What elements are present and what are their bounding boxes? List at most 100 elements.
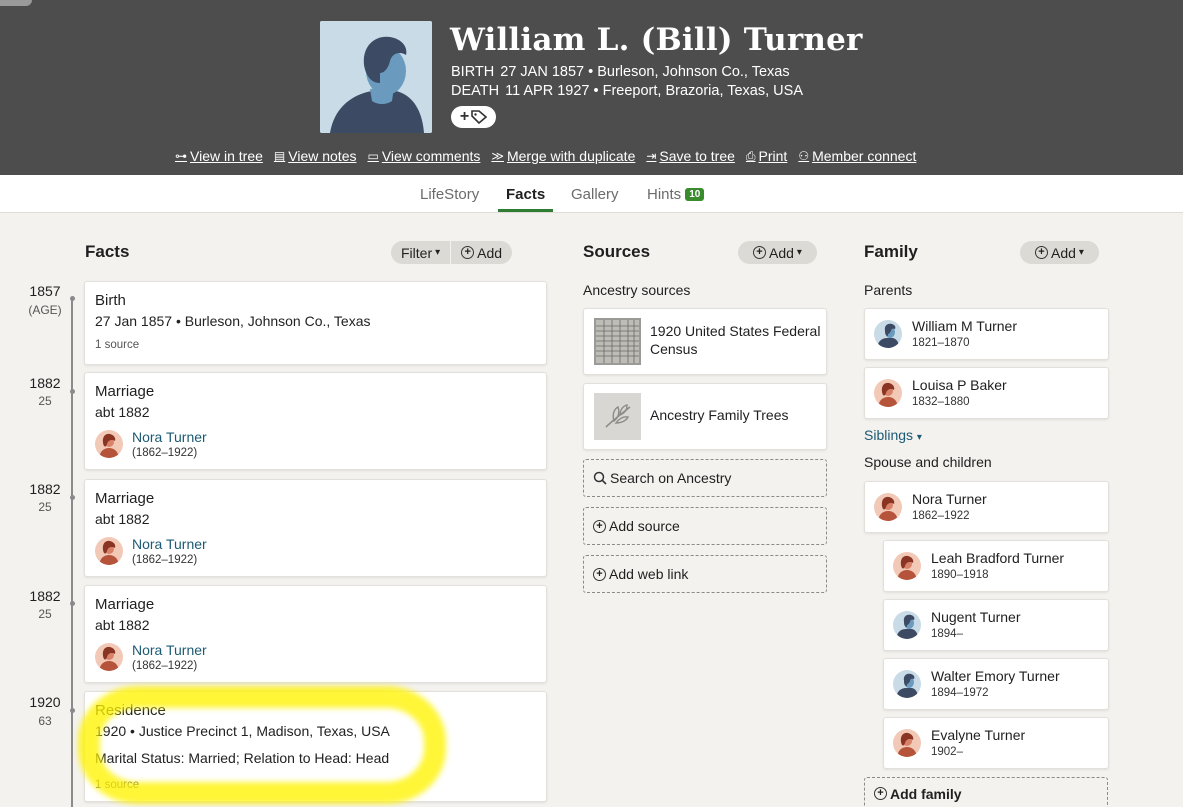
female-avatar-icon [893, 551, 921, 580]
add-fact-button[interactable]: + Add [451, 241, 512, 264]
view-in-tree-link[interactable]: ⊶ View in tree [175, 148, 263, 164]
family-member-name: William M Turner [912, 318, 1018, 334]
timeline-line [71, 298, 73, 807]
family-card-mother[interactable]: Louisa P Baker 1832–1880 [864, 367, 1109, 419]
tab-gallery[interactable]: Gallery [571, 186, 619, 203]
plus-circle-icon: + [1035, 246, 1048, 259]
fact-description: Marital Status: Married; Relation to Hea… [95, 750, 390, 766]
fact-title: Marriage [95, 383, 155, 400]
fact-title: Marriage [95, 490, 155, 507]
members-icon: ⚇ [798, 149, 810, 163]
timeline-dot [70, 708, 75, 713]
print-icon: ⎙ [745, 148, 756, 163]
fact-date-place: 27 Jan 1857 • Burleson, Johnson Co., Tex… [95, 313, 371, 329]
corner-tab[interactable] [0, 0, 32, 6]
plus-circle-icon: + [593, 567, 606, 581]
ancestry-sources-label: Ancestry sources [583, 282, 691, 298]
active-tab-indicator [498, 209, 553, 212]
comments-icon: ▭ [367, 149, 379, 163]
print-link[interactable]: ⎙ Print [746, 148, 787, 164]
add-family-menu-button[interactable]: + Add ▾ [1020, 241, 1099, 264]
fact-card-marriage[interactable]: Marriage abt 1882 Nora Turner (1862–1922… [84, 479, 547, 577]
chevron-down-icon: ▾ [796, 247, 802, 258]
fact-card-residence[interactable]: Residence 1920 • Justice Precinct 1, Mad… [84, 691, 547, 802]
spouse-link[interactable]: Nora Turner (1862–1922) [95, 642, 207, 672]
family-controls: + Add ▾ [1020, 241, 1099, 264]
spouse-name[interactable]: Nora Turner [132, 429, 207, 445]
add-source-button[interactable]: + Add source [583, 507, 827, 545]
add-source-menu-button[interactable]: + Add ▾ [738, 241, 817, 264]
add-family-button[interactable]: + Add family [864, 777, 1108, 807]
timeline-age: (AGE) [28, 303, 62, 317]
family-card-father[interactable]: William M Turner 1821–1870 [864, 308, 1109, 360]
family-card-child[interactable]: Leah Bradford Turner 1890–1918 [883, 540, 1109, 592]
fact-card-birth[interactable]: Birth 27 Jan 1857 • Burleson, Johnson Co… [84, 281, 547, 365]
save-icon: ⇥ [646, 149, 657, 163]
profile-tab-bar: LifeStory Facts Gallery Hints 10 [0, 175, 1183, 213]
tag-icon [471, 110, 488, 124]
fact-title: Residence [95, 702, 166, 719]
family-card-child[interactable]: Evalyne Turner 1902– [883, 717, 1109, 769]
timeline-age: 63 [38, 714, 52, 728]
death-label: DEATH [451, 83, 500, 99]
parents-label: Parents [864, 282, 913, 298]
fact-source-count[interactable]: 1 source [95, 339, 139, 351]
sources-controls: + Add ▾ [738, 241, 817, 264]
profile-photo-placeholder[interactable] [320, 21, 432, 133]
add-web-link-button[interactable]: + Add web link [583, 555, 827, 593]
leaf-icon [594, 393, 641, 440]
male-silhouette-icon [320, 21, 432, 133]
plus-icon: + [459, 108, 470, 125]
fact-card-marriage[interactable]: Marriage abt 1882 Nora Turner (1862–1922… [84, 372, 547, 470]
family-card-child[interactable]: Nugent Turner 1894– [883, 599, 1109, 651]
family-member-name: Walter Emory Turner [931, 668, 1060, 684]
male-avatar-icon [874, 319, 902, 348]
add-tag-button[interactable]: + [451, 106, 496, 128]
source-card-census[interactable]: 1920 United States Federal Census [583, 308, 827, 375]
tab-facts[interactable]: Facts [506, 186, 545, 203]
spouse-years: (1862–1922) [132, 660, 198, 672]
timeline-year: 1882 [29, 375, 61, 391]
view-comments-link[interactable]: ▭ View comments [367, 148, 480, 164]
filter-button[interactable]: Filter ▾ [391, 241, 450, 264]
merge-icon: ≫ [491, 149, 504, 163]
tab-lifestory[interactable]: LifeStory [420, 186, 479, 203]
death-value: 11 APR 1927 • Freeport, Brazoria, Texas,… [505, 83, 803, 99]
male-avatar-icon [893, 669, 921, 698]
spouse-name[interactable]: Nora Turner [132, 536, 207, 552]
spouse-link[interactable]: Nora Turner (1862–1922) [95, 429, 207, 459]
family-card-spouse[interactable]: Nora Turner 1862–1922 [864, 481, 1109, 533]
family-heading: Family [864, 242, 918, 261]
notes-icon: ▤ [273, 149, 286, 163]
family-member-name: Nora Turner [912, 491, 987, 507]
siblings-toggle[interactable]: Siblings ▾ [864, 427, 922, 443]
family-card-child[interactable]: Walter Emory Turner 1894–1972 [883, 658, 1109, 710]
search-on-ancestry-button[interactable]: Search on Ancestry [583, 459, 827, 497]
source-title: 1920 United States Federal Census [650, 323, 821, 357]
chevron-down-icon: ▾ [916, 432, 922, 443]
family-member-name: Evalyne Turner [931, 727, 1026, 743]
chevron-down-icon: ▾ [435, 247, 441, 258]
spouse-name[interactable]: Nora Turner [132, 642, 207, 658]
tab-hints[interactable]: Hints 10 [647, 186, 705, 203]
fact-title: Birth [95, 292, 126, 309]
fact-card-marriage[interactable]: Marriage abt 1882 Nora Turner (1862–1922… [84, 585, 547, 683]
source-card-family-trees[interactable]: Ancestry Family Trees [583, 383, 827, 450]
timeline-dot [70, 296, 75, 301]
female-avatar-icon [874, 492, 902, 521]
person-header: William L. (Bill) Turner BIRTH 27 JAN 185… [0, 0, 1183, 175]
family-member-years: 1894– [931, 628, 963, 640]
birth-value: 27 JAN 1857 • Burleson, Johnson Co., Tex… [500, 64, 790, 80]
family-member-name: Louisa P Baker [912, 377, 1007, 393]
fact-source-count[interactable]: 1 source [95, 779, 139, 791]
family-member-years: 1902– [931, 746, 963, 758]
hints-count-badge: 10 [685, 188, 705, 201]
save-to-tree-link[interactable]: ⇥ Save to tree [646, 148, 735, 164]
spouse-link[interactable]: Nora Turner (1862–1922) [95, 536, 207, 566]
female-avatar-icon [95, 537, 123, 565]
member-connect-link[interactable]: ⚇ Member connect [798, 148, 916, 164]
person-actions-bar: ⊶ View in tree ▤ View notes ▭ View comments… [175, 148, 916, 164]
search-icon [593, 471, 607, 485]
view-notes-link[interactable]: ▤ View notes [274, 148, 357, 164]
merge-with-duplicate-link[interactable]: ≫ Merge with duplicate [491, 148, 635, 164]
